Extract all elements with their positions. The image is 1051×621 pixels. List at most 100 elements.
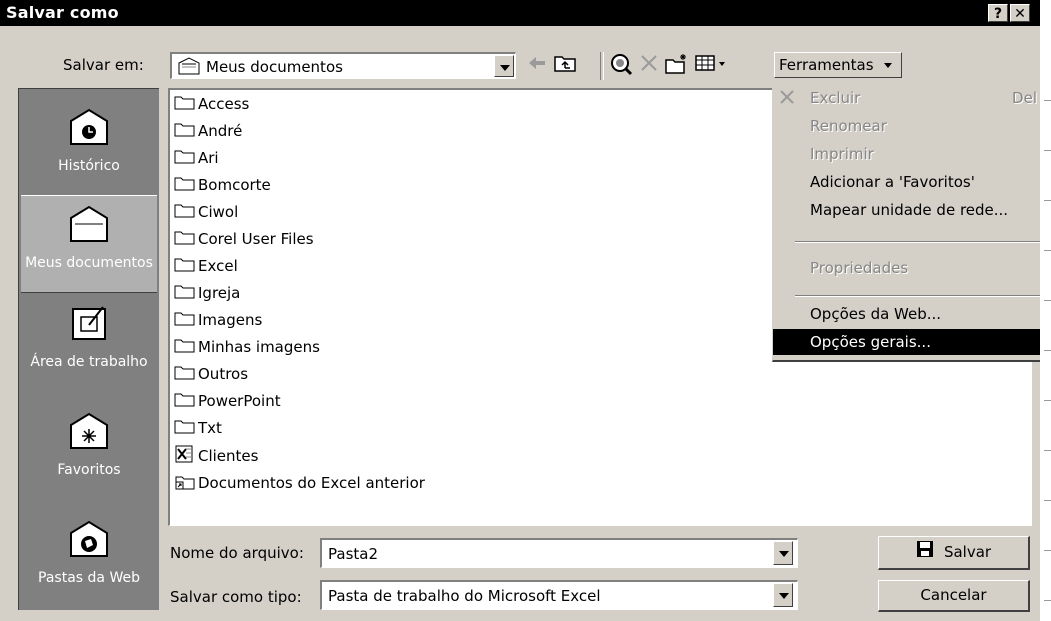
save-in-label: Salvar em: [63, 56, 144, 74]
folder-icon [174, 148, 196, 168]
list-item[interactable]: Imagens [174, 310, 262, 332]
title-bar: Salvar como ? ✕ [0, 0, 1040, 26]
menu-item-imprimir[interactable]: Imprimir [773, 141, 1051, 167]
menu-item-opcoes-gerais[interactable]: Opções gerais... [773, 329, 1051, 355]
filetype-dropdown-button[interactable] [773, 583, 793, 607]
list-item[interactable]: Txt [174, 418, 222, 440]
file-name: Igreja [198, 284, 241, 302]
list-item[interactable]: Igreja [174, 283, 240, 305]
save-button-label: Salvar [943, 543, 992, 561]
up-one-level-icon[interactable] [552, 52, 578, 78]
list-item[interactable]: Outros [174, 364, 248, 386]
menu-item-label: Mapear unidade de rede... [810, 201, 1009, 219]
list-item[interactable]: Excel [174, 256, 238, 278]
list-item[interactable]: Minhas imagens [174, 337, 320, 359]
save-in-combo[interactable]: Meus documentos [170, 52, 516, 79]
save-button[interactable]: Salvar [878, 536, 1030, 570]
views-icon[interactable] [694, 52, 728, 78]
list-item[interactable]: Ciwol [174, 202, 238, 224]
menu-item-shortcut: Del [1012, 89, 1037, 107]
list-item[interactable]: Clientes [174, 445, 258, 467]
cancel-button-label: Cancelar [920, 586, 987, 604]
file-name: Txt [198, 419, 222, 437]
cancel-button[interactable]: Cancelar [878, 580, 1030, 612]
web-folders-icon [21, 519, 157, 564]
folder-icon [174, 175, 196, 195]
place-pastas-da-web[interactable]: Pastas da Web [21, 519, 157, 599]
menu-item-mapear-unidade[interactable]: Mapear unidade de rede... [773, 197, 1051, 223]
shortcut-icon [174, 472, 196, 494]
dialog-title: Salvar como [6, 3, 119, 22]
file-name: Ari [198, 149, 219, 167]
place-label: Área de trabalho [30, 354, 148, 370]
menu-item-propriedades[interactable]: Propriedades [773, 255, 1051, 281]
place-favoritos[interactable]: Favoritos [21, 411, 157, 491]
toolbar-separator [600, 52, 604, 80]
list-item[interactable]: Ari [174, 148, 219, 170]
list-item[interactable]: Documentos do Excel anterior [174, 472, 425, 494]
save-in-dropdown-button[interactable] [494, 55, 514, 77]
favorites-folder-icon [21, 411, 157, 456]
file-name: Clientes [198, 447, 259, 465]
file-name: Outros [198, 365, 249, 383]
list-item[interactable]: PowerPoint [174, 391, 281, 413]
delete-x-icon[interactable] [636, 52, 662, 78]
tools-menu-button[interactable]: Ferramentas [774, 52, 902, 78]
menu-item-opcoes-web[interactable]: Opções da Web... [773, 301, 1051, 327]
menu-item-label: Opções da Web... [810, 305, 942, 323]
menu-item-label: Excluir [810, 89, 861, 107]
chevron-down-icon [884, 63, 893, 68]
excel-file-icon [174, 445, 196, 467]
history-folder-icon [21, 107, 157, 152]
list-item[interactable]: André [174, 121, 242, 143]
back-arrow-icon[interactable] [524, 52, 550, 78]
menu-separator [795, 241, 1047, 243]
help-button[interactable]: ? [988, 4, 1008, 22]
folder-icon [174, 418, 196, 438]
folder-icon [174, 202, 196, 222]
floppy-disk-icon [916, 538, 934, 568]
menu-item-label: Opções gerais... [810, 333, 931, 351]
place-meus-documentos[interactable]: Meus documentos [21, 195, 157, 293]
search-web-icon[interactable] [608, 52, 634, 78]
places-bar: Histórico Meus documentos Área de trabal… [18, 88, 159, 610]
file-name: Ciwol [198, 203, 239, 221]
close-button[interactable]: ✕ [1010, 4, 1030, 22]
folder-icon [174, 256, 196, 276]
place-area-de-trabalho[interactable]: Área de trabalho [21, 303, 157, 395]
background-edge [1040, 0, 1051, 621]
filename-dropdown-button[interactable] [773, 541, 793, 565]
file-name: PowerPoint [198, 392, 281, 410]
list-item[interactable]: Bomcorte [174, 175, 271, 197]
desktop-icon [21, 303, 157, 348]
file-name: Corel User Files [198, 230, 314, 248]
tools-dropdown-menu: Excluir Del Renomear Imprimir Adicionar … [772, 78, 1051, 362]
file-name: Minhas imagens [198, 338, 320, 356]
list-item[interactable]: Access [174, 94, 249, 116]
menu-item-adicionar-favoritos[interactable]: Adicionar a 'Favoritos' [773, 169, 1051, 195]
filename-label: Nome do arquivo: [170, 544, 304, 562]
filetype-value: Pasta de trabalho do Microsoft Excel [328, 587, 601, 605]
filetype-label: Salvar como tipo: [170, 588, 302, 606]
my-documents-folder-icon [21, 204, 157, 249]
menu-item-label: Propriedades [810, 259, 909, 277]
filename-input[interactable]: Pasta2 [320, 538, 798, 568]
file-name: Access [198, 95, 250, 113]
file-name: André [198, 122, 243, 140]
list-item[interactable]: Corel User Files [174, 229, 314, 251]
place-historico[interactable]: Histórico [21, 107, 157, 185]
place-label: Meus documentos [25, 255, 153, 271]
new-folder-icon[interactable] [664, 52, 690, 78]
menu-item-renomear[interactable]: Renomear [773, 113, 1051, 139]
menu-item-excluir[interactable]: Excluir Del [773, 85, 1051, 111]
folder-open-icon [178, 57, 200, 79]
save-as-dialog: Salvar como ? ✕ Salvar em: Meus document… [0, 0, 1051, 621]
file-name: Bomcorte [198, 176, 271, 194]
filetype-select[interactable]: Pasta de trabalho do Microsoft Excel [320, 580, 798, 610]
folder-icon [174, 391, 196, 411]
folder-icon [174, 310, 196, 330]
file-name: Excel [198, 257, 238, 275]
save-in-value: Meus documentos [206, 58, 343, 76]
folder-icon [174, 121, 196, 141]
folder-icon [174, 94, 196, 114]
